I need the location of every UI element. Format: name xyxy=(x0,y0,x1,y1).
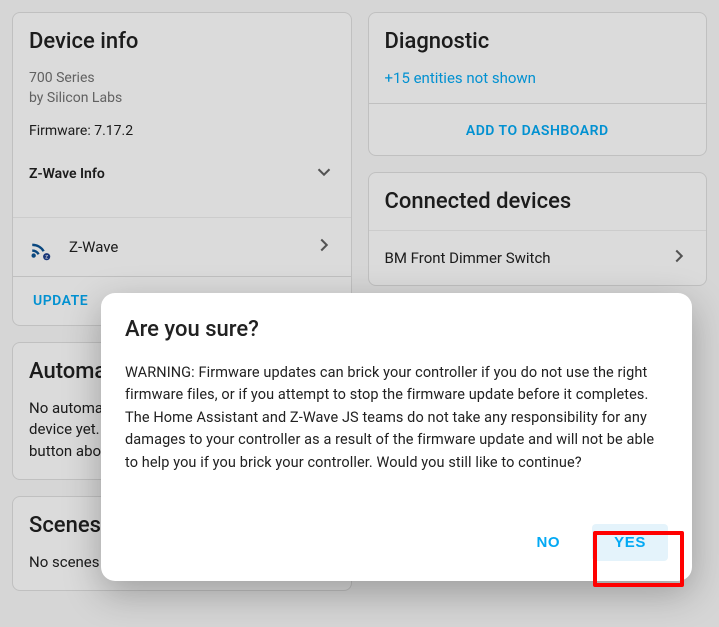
no-button[interactable]: NO xyxy=(522,524,574,561)
dialog-title: Are you sure? xyxy=(125,317,668,342)
dialog-message: WARNING: Firmware updates can brick your… xyxy=(125,362,668,474)
confirm-dialog: Are you sure? WARNING: Firmware updates … xyxy=(101,293,692,581)
yes-button[interactable]: YES xyxy=(592,524,668,561)
